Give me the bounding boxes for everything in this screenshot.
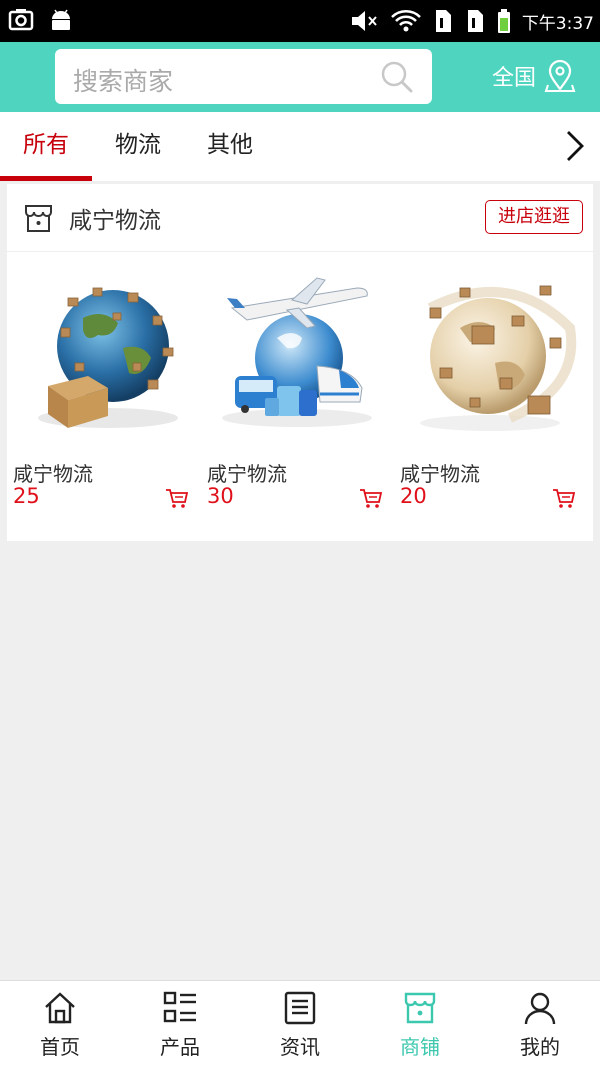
search-placeholder: 搜索商家 xyxy=(73,67,174,96)
tab-other[interactable]: 其他 xyxy=(184,112,276,181)
nav-home[interactable]: 首页 xyxy=(0,981,120,1067)
search-input[interactable]: 搜索商家 xyxy=(55,49,432,104)
battery-icon xyxy=(497,9,510,33)
cart-icon[interactable] xyxy=(552,488,576,510)
parcel-globe-image xyxy=(420,285,577,431)
nav-products[interactable]: 产品 xyxy=(120,981,240,1067)
sim2-icon xyxy=(467,10,483,32)
news-icon xyxy=(284,991,316,1025)
tab-logistics[interactable]: 物流 xyxy=(92,112,184,181)
product-list-icon xyxy=(163,991,196,1023)
shop-card: 咸宁物流 进店逛逛 咸宁物流 25 咸宁物流 30 咸宁物流 20 xyxy=(7,184,593,541)
globe-boxes-image xyxy=(38,287,178,428)
search-icon[interactable] xyxy=(380,60,414,94)
mute-icon xyxy=(351,11,377,31)
sim1-icon xyxy=(435,10,451,32)
screenshot-icon xyxy=(8,9,34,31)
cart-icon[interactable] xyxy=(359,488,383,510)
product-item[interactable]: 咸宁物流 25 xyxy=(13,268,193,528)
product-price: 30 xyxy=(207,484,234,508)
transport-globe-image xyxy=(222,277,372,427)
status-time: 下午3:37 xyxy=(521,13,594,34)
status-bar: 下午3:37 xyxy=(0,0,600,42)
product-price: 25 xyxy=(13,484,40,508)
home-icon xyxy=(45,992,75,1024)
wifi-icon xyxy=(390,10,421,32)
nav-products-label: 产品 xyxy=(160,1035,200,1059)
nav-stores-label: 商铺 xyxy=(400,1035,440,1059)
nav-news[interactable]: 资讯 xyxy=(240,981,360,1067)
android-icon xyxy=(52,9,70,30)
app-header: 搜索商家 全国 xyxy=(0,42,600,112)
location-pin-icon xyxy=(544,59,576,92)
tab-all[interactable]: 所有 xyxy=(0,112,92,181)
region-label: 全国 xyxy=(492,66,537,91)
product-item[interactable]: 咸宁物流 20 xyxy=(400,268,580,528)
nav-mine-label: 我的 xyxy=(520,1035,560,1059)
nav-mine[interactable]: 我的 xyxy=(480,981,600,1067)
region-selector[interactable]: 全国 xyxy=(492,59,576,93)
product-name: 咸宁物流 xyxy=(400,462,480,486)
nav-stores[interactable]: 商铺 xyxy=(360,981,480,1067)
product-name: 咸宁物流 xyxy=(13,462,93,486)
product-item[interactable]: 咸宁物流 30 xyxy=(207,268,387,528)
visit-shop-button[interactable]: 进店逛逛 xyxy=(485,200,583,234)
category-tabs: 所有 物流 其他 xyxy=(0,112,600,181)
product-name: 咸宁物流 xyxy=(207,462,287,486)
nav-news-label: 资讯 xyxy=(280,1035,320,1059)
store-icon xyxy=(25,205,52,232)
bottom-nav: 首页 产品 资讯 商铺 我的 xyxy=(0,980,600,1067)
product-price: 20 xyxy=(400,484,427,508)
user-icon xyxy=(524,992,556,1025)
shop-name: 咸宁物流 xyxy=(69,208,161,234)
nav-home-label: 首页 xyxy=(40,1035,80,1059)
train xyxy=(316,365,363,403)
cart-icon[interactable] xyxy=(165,488,189,510)
chevron-right-icon[interactable] xyxy=(556,128,592,164)
store-icon xyxy=(404,992,436,1024)
shop-header: 咸宁物流 进店逛逛 xyxy=(7,184,593,252)
